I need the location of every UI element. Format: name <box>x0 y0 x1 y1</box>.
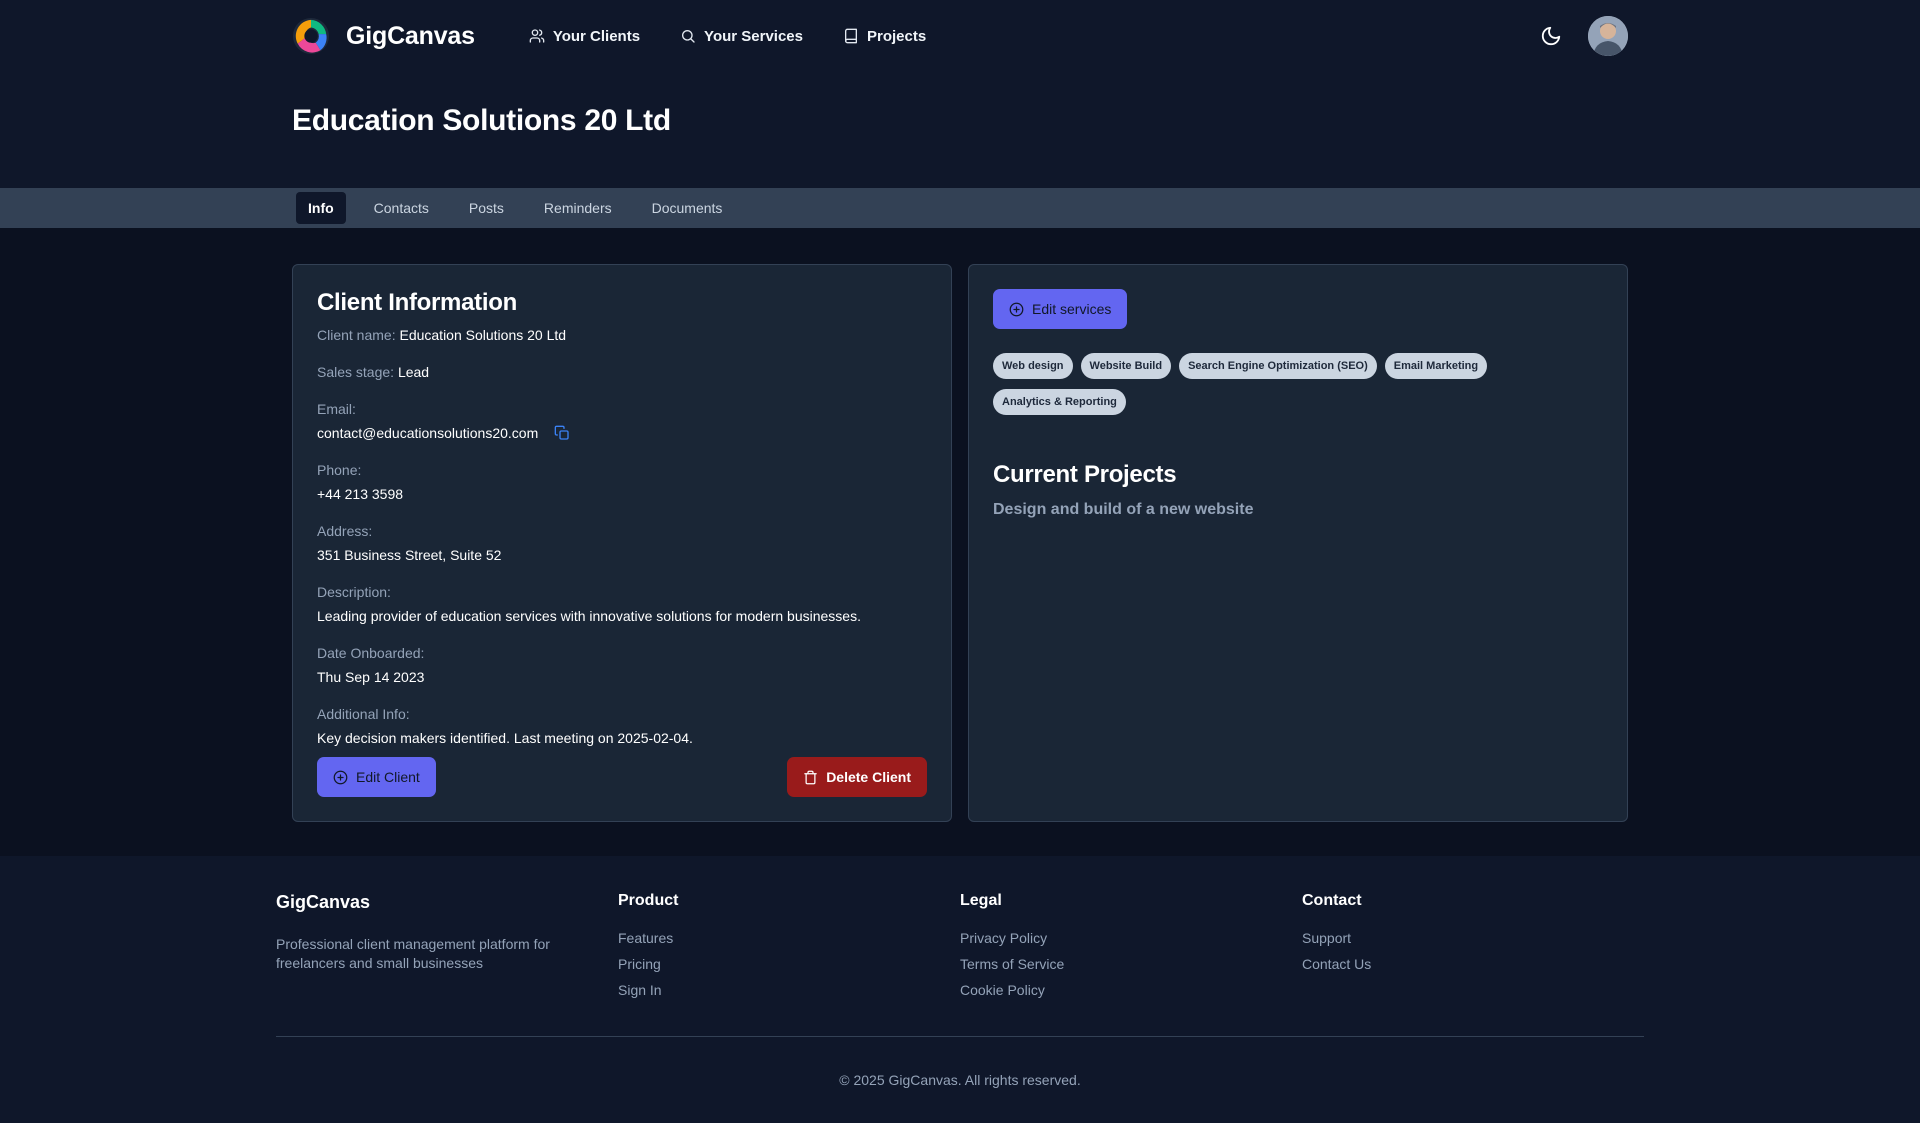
field-label: Description: <box>317 584 391 600</box>
brand-name: GigCanvas <box>346 21 475 50</box>
footer-link-support[interactable]: Support <box>1302 930 1644 946</box>
field-label: Email: <box>317 401 356 417</box>
project-item[interactable]: Design and build of a new website <box>993 501 1603 519</box>
tab-reminders[interactable]: Reminders <box>532 192 624 224</box>
tab-bar: Info Contacts Posts Reminders Documents <box>0 188 1920 228</box>
footer-heading: Legal <box>960 892 1002 909</box>
plus-circle-icon <box>1009 302 1024 316</box>
sales-stage-row: Sales stage: Lead <box>317 364 927 380</box>
avatar[interactable] <box>1588 16 1628 56</box>
tab-posts[interactable]: Posts <box>457 192 516 224</box>
email-value: contact@educationsolutions20.com <box>317 425 539 441</box>
button-label: Delete Client <box>826 769 911 785</box>
tabs: Info Contacts Posts Reminders Documents <box>296 192 750 224</box>
address-field: Address: 351 Business Street, Suite 52 <box>317 523 927 563</box>
delete-client-button[interactable]: Delete Client <box>787 757 927 797</box>
field-label: Additional Info: <box>317 706 410 722</box>
footer-link-pricing[interactable]: Pricing <box>618 956 960 972</box>
footer-description: Professional client management platform … <box>276 936 550 971</box>
nav-label: Your Services <box>704 27 803 45</box>
field-label: Address: <box>317 523 373 539</box>
footer-divider <box>276 1036 1644 1037</box>
address-value: 351 Business Street, Suite 52 <box>317 547 502 563</box>
service-tags: Web design Website Build Search Engine O… <box>993 353 1553 425</box>
services-projects-card: Edit services Web design Website Build S… <box>968 264 1628 822</box>
logo-icon <box>292 17 330 55</box>
logo[interactable]: GigCanvas <box>292 17 475 55</box>
footer-link-features[interactable]: Features <box>618 930 960 946</box>
nav-your-services[interactable]: Your Services <box>680 28 803 45</box>
additional-info-field: Additional Info: Key decision makers ide… <box>317 706 927 746</box>
footer-link-contact-us[interactable]: Contact Us <box>1302 956 1644 972</box>
field-label: Sales stage: <box>317 364 395 380</box>
field-label: Phone: <box>317 462 362 478</box>
footer-brand: GigCanvas <box>276 892 371 912</box>
client-name-row: Client name: Education Solutions 20 Ltd <box>317 327 927 343</box>
service-tag: Website Build <box>1080 353 1172 379</box>
nav-right <box>1538 16 1628 56</box>
nav-label: Projects <box>867 27 927 45</box>
user-avatar-icon <box>1588 16 1628 56</box>
service-tag: Email Marketing <box>1384 353 1488 379</box>
moon-icon <box>1541 26 1561 46</box>
plus-circle-icon <box>333 770 348 784</box>
footer-contact-column: Contact Support Contact Us <box>1302 892 1644 1008</box>
description-value: Leading provider of education services w… <box>317 608 861 624</box>
date-onboarded-value: Thu Sep 14 2023 <box>317 669 425 685</box>
footer-legal-column: Legal Privacy Policy Terms of Service Co… <box>960 892 1302 1008</box>
button-label: Edit Client <box>356 769 420 785</box>
footer-heading: Product <box>618 892 679 909</box>
nav-label: Your Clients <box>552 27 641 45</box>
top-nav: GigCanvas Your Clients Your Services Pro… <box>292 0 1628 72</box>
edit-services-button[interactable]: Edit services <box>993 289 1128 329</box>
nav-links: Your Clients Your Services Projects <box>529 28 966 45</box>
copyright: © 2025 GigCanvas. All rights reserved. <box>839 1072 1081 1088</box>
service-tag: Analytics & Reporting <box>993 389 1126 415</box>
sales-stage-value: Lead <box>397 364 430 380</box>
tab-documents[interactable]: Documents <box>640 192 735 224</box>
users-icon <box>529 29 545 43</box>
service-tag: Search Engine Optimization (SEO) <box>1179 353 1377 379</box>
email-field: Email: contact@educationsolutions20.com <box>317 401 927 441</box>
theme-toggle[interactable] <box>1538 23 1564 49</box>
footer-link-privacy[interactable]: Privacy Policy <box>960 930 1302 946</box>
client-actions: Edit Client Delete Client <box>317 757 927 797</box>
nav-your-clients[interactable]: Your Clients <box>529 28 640 45</box>
footer-brand-column: GigCanvas Professional client management… <box>276 892 618 1008</box>
footer: GigCanvas Professional client management… <box>0 856 1920 1123</box>
phone-value: +44 213 3598 <box>317 486 404 502</box>
book-icon <box>845 28 857 44</box>
tab-info[interactable]: Info <box>296 192 346 224</box>
footer-link-terms[interactable]: Terms of Service <box>960 956 1302 972</box>
service-tag: Web design <box>993 353 1073 379</box>
additional-info-value: Key decision makers identified. Last mee… <box>317 730 693 746</box>
trash-icon <box>804 770 817 784</box>
button-label: Edit services <box>1032 301 1112 317</box>
description-field: Description: Leading provider of educati… <box>317 584 927 624</box>
search-icon <box>682 30 695 43</box>
nav-projects[interactable]: Projects <box>843 28 926 45</box>
date-onboarded-field: Date Onboarded: Thu Sep 14 2023 <box>317 645 927 685</box>
footer-product-column: Product Features Pricing Sign In <box>618 892 960 1008</box>
tab-contacts[interactable]: Contacts <box>362 192 441 224</box>
section-title: Client Information <box>317 289 517 316</box>
client-info-card: Client Information Client name: Educatio… <box>292 264 952 822</box>
footer-heading: Contact <box>1302 892 1362 909</box>
footer-columns: GigCanvas Professional client management… <box>276 892 1644 1008</box>
edit-client-button[interactable]: Edit Client <box>317 757 436 797</box>
page-title: Education Solutions 20 Ltd <box>292 104 671 137</box>
current-projects-title: Current Projects <box>993 461 1177 488</box>
field-label: Client name: <box>317 327 396 343</box>
footer-link-cookies[interactable]: Cookie Policy <box>960 982 1302 998</box>
footer-link-sign-in[interactable]: Sign In <box>618 982 960 998</box>
app-header: GigCanvas Your Clients Your Services Pro… <box>0 0 1920 188</box>
copy-icon[interactable] <box>554 425 570 441</box>
field-label: Date Onboarded: <box>317 645 425 661</box>
phone-field: Phone: +44 213 3598 <box>317 462 927 502</box>
client-name-value: Education Solutions 20 Ltd <box>399 327 567 343</box>
